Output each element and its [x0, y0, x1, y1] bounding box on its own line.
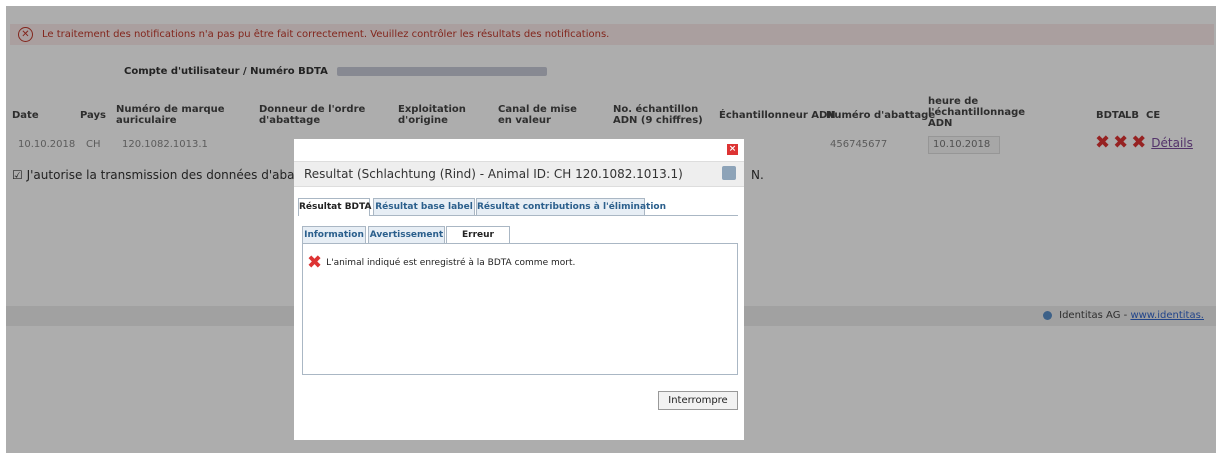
page: ✕ Le traitement des notifications n'a pa… — [0, 0, 1222, 459]
error-panel: ✖ L'animal indiqué est enregistré à la B… — [302, 243, 738, 375]
dialog-title: Resultat (Schlachtung (Rind) - Animal ID… — [304, 167, 683, 181]
error-row: ✖ L'animal indiqué est enregistré à la B… — [307, 254, 575, 272]
tab-resultat-contributions[interactable]: Résultat contributions à l'élimination — [476, 198, 666, 215]
dialog-header: Resultat (Schlachtung (Rind) - Animal ID… — [294, 161, 744, 187]
tab-avertissement[interactable]: Avertissement — [368, 226, 445, 243]
message-tabs: Information Avertissement Erreur — [302, 226, 732, 244]
error-message: L'animal indiqué est enregistré à la BDT… — [326, 258, 576, 268]
abort-button[interactable]: Interrompre — [658, 391, 738, 410]
result-dialog: × Resultat (Schlachtung (Rind) - Animal … — [294, 139, 744, 440]
error-x-icon: ✖ — [307, 252, 323, 273]
close-icon[interactable]: × — [727, 144, 738, 155]
tab-resultat-base-label[interactable]: Résultat base label — [373, 198, 475, 215]
result-tabs: Résultat BDTA Résultat base label Résult… — [298, 198, 738, 216]
print-icon[interactable] — [722, 166, 736, 180]
tab-erreur[interactable]: Erreur — [446, 226, 510, 244]
tab-information[interactable]: Information — [302, 226, 366, 243]
tab-resultat-bdta[interactable]: Résultat BDTA — [298, 198, 371, 216]
